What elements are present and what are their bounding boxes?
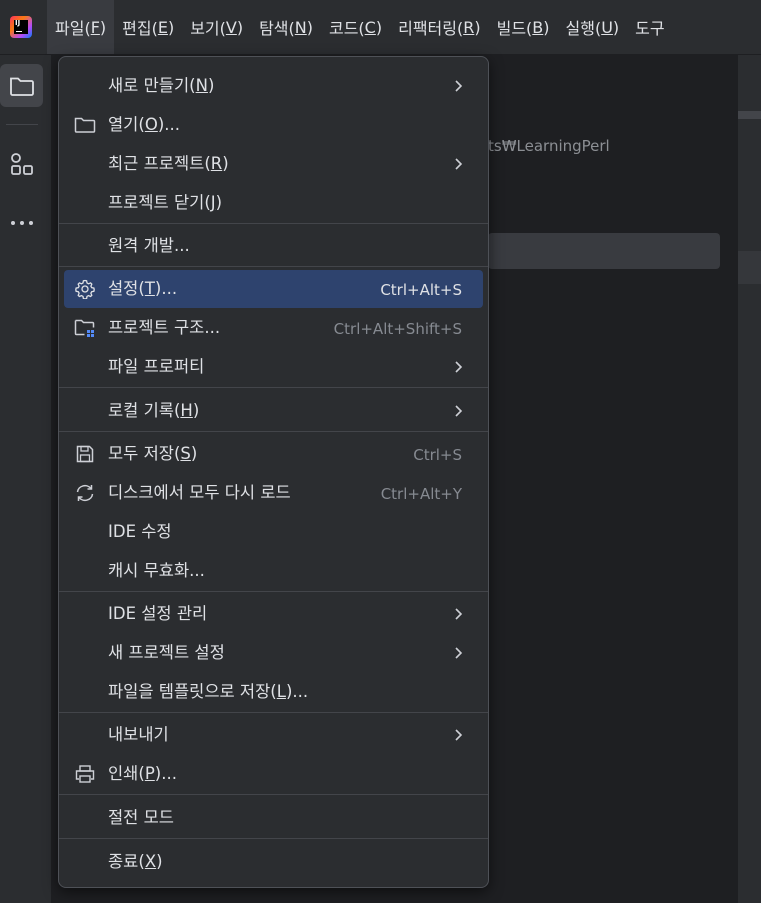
menubar-run[interactable]: 실행(U) [558,0,628,54]
menu-item-repair-ide[interactable]: IDE 수정 [59,513,488,551]
shortcut-label: Ctrl+Alt+Y [380,485,462,503]
shortcut-label: Ctrl+Alt+S [380,281,462,299]
menu-separator [59,591,488,592]
menubar-build[interactable]: 빌드(B) [489,0,558,54]
intellij-logo-icon[interactable]: IJ [10,16,32,38]
menu-item-file-properties[interactable]: 파일 프로퍼티 [59,348,488,386]
menu-item-save-as-template[interactable]: 파일을 템플릿으로 저장(L)... [59,673,488,711]
menu-item-settings[interactable]: 설정(T)... Ctrl+Alt+S [59,270,488,308]
menu-separator [59,431,488,432]
save-icon [74,443,96,465]
menu-item-invalidate-caches[interactable]: 캐시 무효화... [59,552,488,590]
print-icon [74,763,96,785]
menu-separator [59,387,488,388]
menu-item-project-structure[interactable]: 프로젝트 구조... Ctrl+Alt+Shift+S [59,309,488,347]
menu-item-export[interactable]: 내보내기 [59,716,488,754]
menu-separator [59,838,488,839]
menu-item-save-all[interactable]: 모두 저장(S) Ctrl+S [59,435,488,473]
menu-item-recent-projects[interactable]: 최근 프로젝트(R) [59,145,488,183]
menubar-file[interactable]: 파일(F) [47,0,115,54]
menu-item-remote-dev[interactable]: 원격 개발... [59,227,488,265]
project-path-text: ts₩LearningPerl [488,137,610,155]
menu-separator [59,712,488,713]
menu-item-local-history[interactable]: 로컬 기록(H) [59,392,488,430]
menu-item-new-project-setup[interactable]: 새 프로젝트 설정 [59,634,488,672]
right-strip-tab[interactable] [738,251,761,284]
chevron-right-icon [455,405,463,417]
project-folder-icon[interactable] [0,64,43,107]
reload-icon [74,482,96,504]
background-selected-row [488,233,720,269]
menubar-edit[interactable]: 편집(E) [114,0,182,54]
menubar-tools[interactable]: 도구 [627,0,672,54]
right-tool-strip [738,55,761,903]
gear-icon [74,278,96,300]
menu-item-reload-from-disk[interactable]: 디스크에서 모두 다시 로드 Ctrl+Alt+Y [59,474,488,512]
menubar-navigate[interactable]: 탐색(N) [251,0,321,54]
chevron-right-icon [455,647,463,659]
menu-item-print[interactable]: 인쇄(P)... [59,755,488,793]
menu-separator [59,794,488,795]
chevron-right-icon [455,80,463,92]
menu-item-manage-ide-settings[interactable]: IDE 설정 관리 [59,595,488,633]
menu-item-close-project[interactable]: 프로젝트 닫기(J) [59,184,488,222]
chevron-right-icon [455,158,463,170]
chevron-right-icon [455,729,463,741]
menu-separator [59,223,488,224]
left-tool-strip [0,55,52,903]
menu-item-power-save-mode[interactable]: 절전 모드 [59,799,488,837]
menubar-code[interactable]: 코드(C) [321,0,390,54]
menu-item-open[interactable]: 열기(O)... [59,106,488,144]
menu-item-exit[interactable]: 종료(X) [59,843,488,881]
tool-strip-divider [6,124,38,125]
shortcut-label: Ctrl+Alt+Shift+S [333,320,462,338]
structure-icon[interactable] [0,142,43,185]
main-menubar: IJ 파일(F) 편집(E) 보기(V) 탐색(N) 코드(C) 리팩터링(R)… [0,0,761,55]
menu-item-new[interactable]: 새로 만들기(N) [59,67,488,105]
more-icon[interactable] [0,201,43,244]
chevron-right-icon [455,361,463,373]
folder-icon [74,114,96,136]
project-structure-icon [74,317,96,339]
menubar-view[interactable]: 보기(V) [182,0,251,54]
shortcut-label: Ctrl+S [413,446,462,464]
menubar-refactor[interactable]: 리팩터링(R) [390,0,489,54]
right-strip-tab[interactable] [738,111,761,119]
menu-separator [59,266,488,267]
chevron-right-icon [455,608,463,620]
file-menu-popup: 새로 만들기(N) 열기(O)... 최근 프로젝트(R) 프로젝트 닫기(J)… [58,56,489,888]
